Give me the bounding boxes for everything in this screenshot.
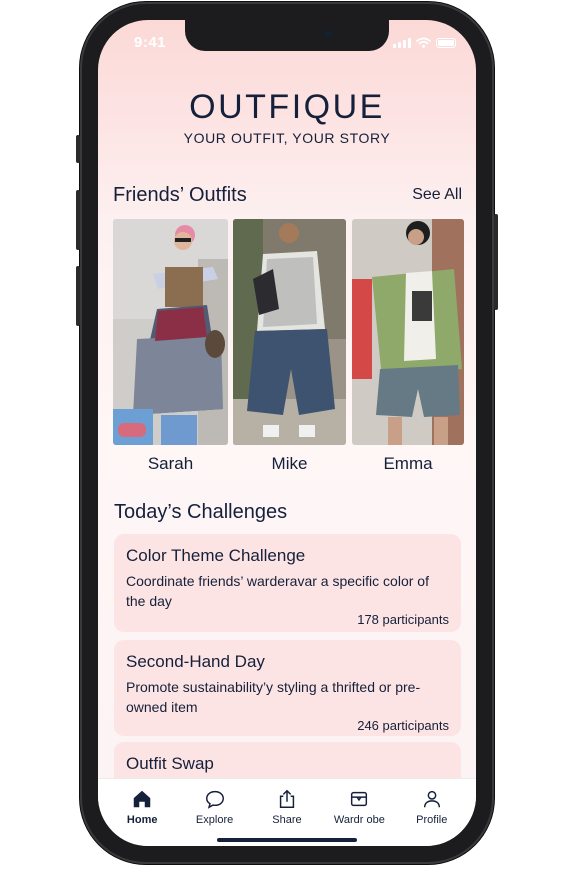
friend-name-emma: Emma [383, 454, 433, 473]
challenge-card[interactable]: Second-Hand Day Promote sustainability’y… [114, 640, 461, 736]
share-icon [279, 789, 295, 808]
challenge-title: Second-Hand Day [126, 652, 265, 671]
tab-label: Explore [195, 814, 234, 826]
notch [185, 20, 389, 51]
friend-outfit-card-emma[interactable] [352, 219, 464, 445]
bottom-tab-bar: Home Explore Share Wardr obe Profile [98, 778, 476, 846]
status-time: 9:41 [134, 34, 167, 51]
challenge-title: Outfit Swap [126, 754, 214, 773]
tab-home[interactable]: Home [107, 779, 177, 846]
challenge-participants: 178 participants [357, 612, 449, 627]
challenge-card[interactable]: Color Theme Challenge Coordinate friends… [114, 534, 461, 632]
friend-name-sarah: Sarah [147, 454, 194, 473]
tab-label: Share [272, 814, 302, 826]
tab-wardrobe[interactable]: Wardr obe [324, 779, 394, 846]
tab-label: Home [126, 814, 158, 826]
see-all-link[interactable]: See All [412, 186, 462, 204]
front-camera [325, 30, 333, 38]
chat-bubble-icon [205, 790, 224, 809]
app-brand-logo: OUTFIQUE [189, 88, 385, 126]
person-icon [423, 790, 440, 808]
silent-switch [76, 135, 80, 163]
friends-outfits-heading: Friends’ Outfits [113, 184, 247, 206]
outfit-photo-mike [233, 219, 346, 445]
tab-explore[interactable]: Explore [180, 779, 250, 846]
challenge-title: Color Theme Challenge [126, 546, 306, 565]
outfit-photo-sarah [113, 219, 228, 445]
challenge-participants: 246 participants [357, 718, 449, 733]
app-screen: 9:41 OUTFIQUE YOUR OUTFIT, YOUR STORY Fr… [98, 20, 476, 846]
home-indicator [217, 838, 357, 842]
wifi-icon [416, 37, 431, 48]
wardrobe-icon [351, 791, 368, 807]
friend-name-mike: Mike [271, 454, 308, 473]
tab-label: Profile [416, 814, 448, 826]
friend-outfit-card-sarah[interactable] [113, 219, 228, 445]
status-icons [393, 37, 456, 48]
tab-label: Wardr obe [333, 814, 385, 826]
cellular-signal-icon [393, 38, 411, 48]
battery-icon [436, 38, 456, 48]
volume-up-button [76, 190, 80, 250]
outfit-photo-emma [352, 219, 464, 445]
tab-profile[interactable]: Profile [397, 779, 467, 846]
friend-outfit-card-mike[interactable] [233, 219, 346, 445]
todays-challenges-heading: Today’s Challenges [114, 501, 288, 523]
challenge-description: Promote sustainability’y styling a thrif… [126, 679, 421, 715]
power-button [494, 214, 498, 310]
home-icon [133, 790, 151, 808]
volume-down-button [76, 266, 80, 326]
app-tagline: YOUR OUTFIT, YOUR STORY [183, 130, 391, 146]
challenge-description: Coordinate friends’ warderavar a specifi… [126, 573, 429, 609]
tab-share[interactable]: Share [252, 779, 322, 846]
